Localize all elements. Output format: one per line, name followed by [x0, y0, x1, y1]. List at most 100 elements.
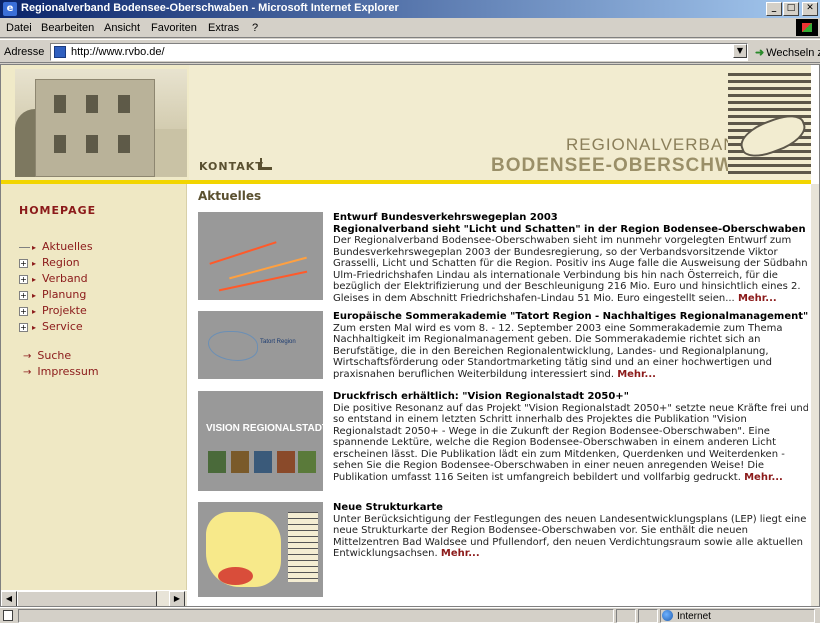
- news-item: Entwurf Bundesverkehrswegeplan 2003 Regi…: [198, 212, 808, 307]
- expand-icon[interactable]: +: [19, 258, 28, 268]
- image-caption: Tatort Region: [260, 339, 296, 345]
- menu-bar: Datei Bearbeiten Ansicht Favoriten Extra…: [0, 18, 820, 38]
- news-title[interactable]: Neue Strukturkarte: [333, 502, 808, 514]
- windows-logo-icon: [796, 19, 818, 36]
- expand-icon[interactable]: +: [19, 306, 28, 316]
- more-link[interactable]: Mehr...: [617, 369, 656, 380]
- expand-icon[interactable]: +: [19, 322, 28, 332]
- minimize-button[interactable]: _: [766, 2, 782, 16]
- nav-link-label: Suche: [37, 349, 72, 362]
- nav-link-impressum[interactable]: → Impressum: [23, 365, 99, 378]
- expand-icon[interactable]: +: [19, 290, 28, 300]
- go-arrow-icon: ➜: [755, 47, 765, 59]
- go-label: Wechseln zu: [766, 47, 820, 59]
- address-input[interactable]: http://www.rvbo.de/: [50, 43, 748, 61]
- address-dropdown-button[interactable]: ▼: [733, 44, 747, 58]
- nav-item-aktuelles[interactable]: ▸ Aktuelles: [19, 240, 93, 253]
- nav-item-label: Aktuelles: [42, 240, 93, 253]
- nav-link-suche[interactable]: → Suche: [23, 349, 71, 362]
- nav-link-label: Impressum: [37, 365, 99, 378]
- zone-label: Internet: [677, 611, 711, 622]
- bullet-icon: ▸: [32, 274, 37, 284]
- menu-help[interactable]: ?: [252, 22, 258, 34]
- page-icon: [54, 46, 66, 58]
- main-content: Aktuelles Entwurf Bundesverkehrswegeplan…: [188, 184, 808, 606]
- header-photo: [15, 69, 187, 177]
- window-title: Regionalverband Bodensee-Oberschwaben - …: [21, 2, 399, 14]
- arrow-right-icon: →: [23, 351, 32, 362]
- address-label: Adresse: [4, 46, 45, 58]
- news-text: Europäische Sommerakademie "Tatort Regio…: [333, 311, 808, 380]
- arrow-right-icon: →: [23, 367, 32, 378]
- security-zone: Internet: [662, 610, 711, 622]
- news-body: Die positive Resonanz auf das Projekt "V…: [333, 402, 808, 483]
- status-bar: Internet: [0, 607, 820, 623]
- nav-item-planung[interactable]: + ▸ Planung: [19, 288, 86, 301]
- nav-horizontal-scrollbar[interactable]: ◀ ▶: [1, 590, 187, 606]
- news-item: Tatort Region Europäische Sommerakademie…: [198, 311, 808, 386]
- menu-datei[interactable]: Datei: [6, 22, 32, 34]
- page-viewport: KONTAKT REGIONALVERBAND BODENSEE-OBERSCH…: [0, 64, 820, 607]
- scroll-right-icon[interactable]: ▶: [169, 591, 185, 606]
- news-text: Druckfrisch erhältlich: "Vision Regional…: [333, 391, 808, 483]
- nav-item-label: Service: [42, 320, 83, 333]
- news-text: Entwurf Bundesverkehrswegeplan 2003 Regi…: [333, 212, 808, 304]
- internet-explorer-icon: e: [3, 2, 17, 16]
- news-body: Der Regionalverband Bodensee-Oberschwabe…: [333, 235, 808, 304]
- news-body: Zum ersten Mal wird es vom 8. - 12. Sept…: [333, 322, 783, 380]
- vision-cover-image[interactable]: VISION REGIONALSTADT 2050+: [198, 391, 323, 491]
- mail-icon[interactable]: [260, 158, 272, 170]
- go-button[interactable]: ➜Wechseln zu: [755, 46, 820, 59]
- nav-item-label: Projekte: [42, 304, 87, 317]
- kontakt-link[interactable]: KONTAKT: [199, 160, 264, 173]
- status-text-cell: [18, 609, 614, 623]
- news-body: Unter Berücksichtigung der Festlegungen …: [333, 513, 807, 560]
- strukturkarte-image[interactable]: [198, 502, 323, 597]
- nav-item-label: Region: [42, 256, 80, 269]
- nav-item-service[interactable]: + ▸ Service: [19, 320, 83, 333]
- more-link[interactable]: Mehr...: [744, 472, 783, 483]
- news-item: Neue Strukturkarte Unter Berücksichtigun…: [198, 502, 806, 602]
- bullet-icon: ▸: [32, 242, 37, 252]
- homepage-link[interactable]: HOMEPAGE: [19, 204, 96, 217]
- maximize-button[interactable]: □: [783, 2, 799, 16]
- menu-ansicht[interactable]: Ansicht: [104, 22, 140, 34]
- menu-favoriten[interactable]: Favoriten: [151, 22, 197, 34]
- tree-line-icon: [19, 246, 30, 248]
- news-title[interactable]: Entwurf Bundesverkehrswegeplan 2003: [333, 212, 808, 224]
- news-item: VISION REGIONALSTADT 2050+ Druckfrisch e…: [198, 391, 808, 496]
- sommerakademie-image[interactable]: Tatort Region: [198, 311, 323, 379]
- status-cell: [638, 609, 658, 623]
- address-bar: Adresse http://www.rvbo.de/ ▼ ➜ Wechseln …: [0, 39, 820, 63]
- address-url[interactable]: http://www.rvbo.de/: [71, 46, 165, 58]
- bullet-icon: ▸: [32, 258, 37, 268]
- news-title[interactable]: Europäische Sommerakademie "Tatort Regio…: [333, 311, 808, 323]
- content-vertical-scrollbar[interactable]: [811, 184, 819, 606]
- bullet-icon: ▸: [32, 290, 37, 300]
- close-button[interactable]: ✕: [802, 2, 818, 16]
- news-title[interactable]: Druckfrisch erhältlich: "Vision Regional…: [333, 391, 808, 403]
- nav-item-projekte[interactable]: + ▸ Projekte: [19, 304, 87, 317]
- bullet-icon: ▸: [32, 306, 37, 316]
- news-subtitle[interactable]: Regionalverband sieht "Licht und Schatte…: [333, 224, 808, 236]
- bullet-icon: ▸: [32, 322, 37, 332]
- title-bar: e Regionalverband Bodensee-Oberschwaben …: [0, 0, 820, 18]
- nav-item-label: Verband: [42, 272, 88, 285]
- nav-item-verband[interactable]: + ▸ Verband: [19, 272, 88, 285]
- browser-window: e Regionalverband Bodensee-Oberschwaben …: [0, 0, 820, 623]
- section-title: Aktuelles: [198, 189, 262, 203]
- scroll-left-icon[interactable]: ◀: [1, 591, 17, 606]
- menu-bearbeiten[interactable]: Bearbeiten: [41, 22, 94, 34]
- more-link[interactable]: Mehr...: [441, 548, 480, 559]
- more-link[interactable]: Mehr...: [738, 293, 777, 304]
- globe-icon: [662, 610, 673, 621]
- traffic-image[interactable]: [198, 212, 323, 300]
- nav-item-region[interactable]: + ▸ Region: [19, 256, 80, 269]
- page-status-icon: [3, 610, 13, 621]
- page-header: KONTAKT REGIONALVERBAND BODENSEE-OBERSCH…: [1, 65, 811, 180]
- brand-line1: REGIONALVERBAND: [566, 135, 750, 154]
- status-cell: [616, 609, 636, 623]
- expand-icon[interactable]: +: [19, 274, 28, 284]
- scrollbar-thumb[interactable]: [17, 591, 157, 606]
- menu-extras[interactable]: Extras: [208, 22, 239, 34]
